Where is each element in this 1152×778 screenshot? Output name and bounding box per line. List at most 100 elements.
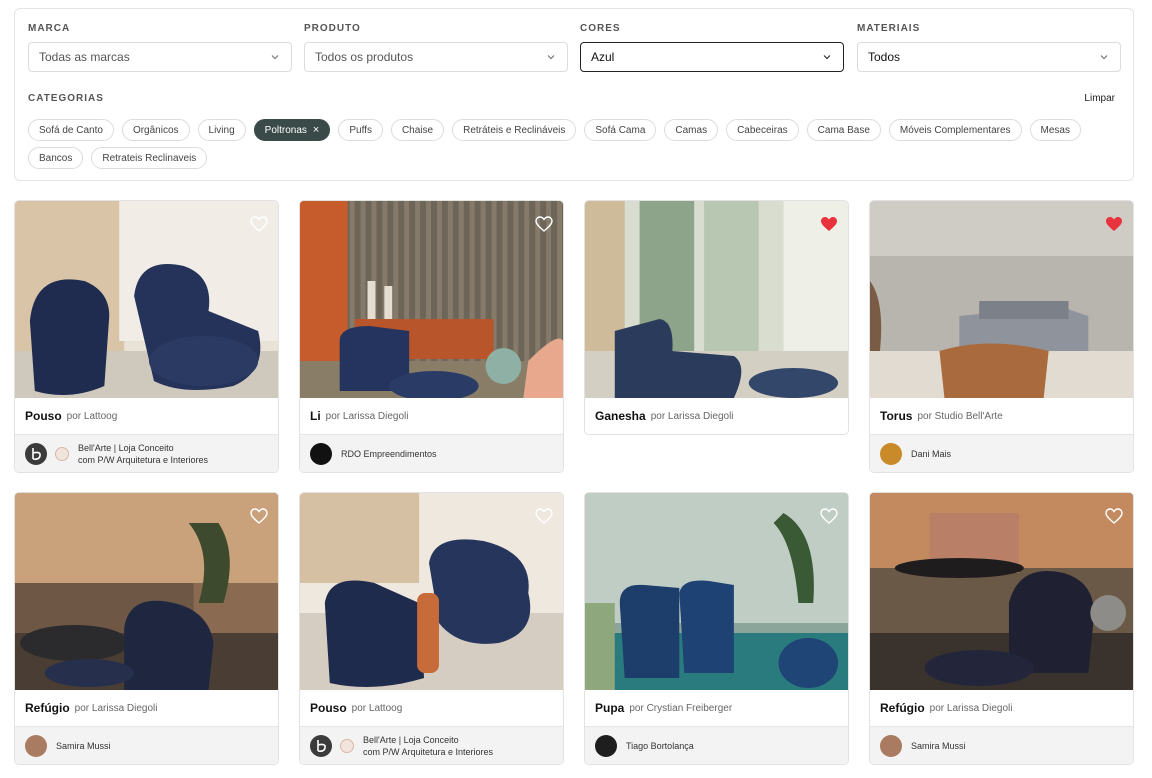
footer-line-1: RDO Empreendimentos <box>341 448 437 459</box>
product-footer[interactable]: Samira Mussi <box>15 726 278 764</box>
category-chip-label: Bancos <box>39 152 73 164</box>
product-footer[interactable]: Tiago Bortolança <box>585 726 848 764</box>
product-name[interactable]: Ganesha <box>595 409 646 423</box>
category-chip[interactable]: Poltronas × <box>253 119 331 141</box>
footer-line-1: Samira Mussi <box>56 740 111 751</box>
avatar <box>25 442 47 465</box>
close-icon[interactable]: × <box>313 124 319 136</box>
category-chip-label: Retráteis e Reclináveis <box>463 124 566 136</box>
product-card[interactable]: Refúgio por Larissa Diegoli Samira Mussi <box>869 492 1134 765</box>
material-select[interactable]: Todos <box>857 42 1121 72</box>
footer-line-1: Bell'Arte | Loja Conceito <box>78 442 174 453</box>
heart-icon[interactable] <box>820 508 838 524</box>
avatar <box>880 734 902 757</box>
avatar <box>310 442 332 465</box>
product-card[interactable]: Refúgio por Larissa Diegoli Samira Mussi <box>14 492 279 765</box>
chevron-down-icon <box>823 55 831 60</box>
product-footer-text: Bell'Arte | Loja Conceito com P/W Arquite… <box>363 734 493 758</box>
filter-panel: MARCA Todas as marcas PRODUTO Todos os p… <box>14 8 1134 181</box>
category-chip[interactable]: Cabeceiras <box>726 119 799 141</box>
category-chip[interactable]: Sofá de Canto <box>28 119 114 141</box>
category-chip[interactable]: Cama Base <box>806 119 881 141</box>
product-designer: por Studio Bell'Arte <box>917 410 1003 422</box>
product-name[interactable]: Pouso <box>25 409 62 423</box>
partner-logo-icon <box>340 738 354 753</box>
product-card[interactable]: Pouso por Lattoog Bell'Arte | Loja Conceit… <box>14 200 279 473</box>
product-card[interactable]: Torus por Studio Bell'Arte Dani Mais <box>869 200 1134 473</box>
material-filter-label: MATERIAIS <box>857 23 921 34</box>
category-chip[interactable]: Chaise <box>390 119 445 141</box>
product-photo[interactable] <box>870 493 1133 690</box>
product-title-row: Refúgio por Larissa Diegoli <box>870 690 1133 726</box>
product-photo[interactable] <box>870 201 1133 398</box>
product-footer-text: RDO Empreendimentos <box>341 448 437 460</box>
product-card[interactable]: Ganesha por Larissa Diegoli <box>584 200 849 435</box>
category-chip-label: Retrateis Reclinaveis <box>102 152 197 164</box>
material-select-value: Todos <box>868 50 901 64</box>
heart-icon[interactable] <box>250 216 268 232</box>
product-filter: PRODUTO Todos os produtos <box>304 23 568 72</box>
product-title-row: Ganesha por Larissa Diegoli <box>585 398 848 434</box>
heart-filled-icon[interactable] <box>820 216 838 232</box>
product-title-row: Pouso por Lattoog <box>300 690 563 726</box>
category-chip-label: Cama Base <box>817 124 870 136</box>
product-name[interactable]: Torus <box>880 409 912 423</box>
heart-icon[interactable] <box>535 216 553 232</box>
category-chip[interactable]: Móveis Complementares <box>888 119 1022 141</box>
product-title-row: Refúgio por Larissa Diegoli <box>15 690 278 726</box>
product-footer[interactable]: Dani Mais <box>870 434 1133 472</box>
color-filter: CORES Azul <box>580 23 844 72</box>
category-chip[interactable]: Bancos <box>28 147 84 169</box>
brand-select-value: Todas as marcas <box>39 50 130 64</box>
product-name[interactable]: Li <box>310 409 321 423</box>
product-image <box>15 201 278 398</box>
product-name[interactable]: Refúgio <box>25 701 70 715</box>
product-card[interactable]: Li por Larissa Diegoli RDO Empreendimentos <box>299 200 564 473</box>
category-chip[interactable]: Puffs <box>338 119 383 141</box>
category-chip[interactable]: Camas <box>664 119 719 141</box>
product-designer: por Lattoog <box>351 702 403 714</box>
product-footer-text: Dani Mais <box>911 448 951 460</box>
product-footer[interactable]: RDO Empreendimentos <box>300 434 563 472</box>
product-footer[interactable]: Bell'Arte | Loja Conceito com P/W Arquite… <box>15 434 278 472</box>
product-name[interactable]: Pouso <box>310 701 347 715</box>
product-photo[interactable] <box>585 493 848 690</box>
product-select[interactable]: Todos os produtos <box>304 42 568 72</box>
product-footer-text: Samira Mussi <box>911 740 966 752</box>
clear-filters-link[interactable]: Limpar <box>1084 93 1115 104</box>
category-chip[interactable]: Retrateis Reclinaveis <box>91 147 208 169</box>
categories-label: CATEGORIAS <box>28 93 104 104</box>
color-filter-label: CORES <box>580 23 621 34</box>
product-footer[interactable]: Bell'Arte | Loja Conceito com P/W Arquite… <box>300 726 563 764</box>
product-image <box>300 201 563 398</box>
heart-icon[interactable] <box>535 508 553 524</box>
category-chip[interactable]: Sofá Cama <box>584 119 657 141</box>
brand-select[interactable]: Todas as marcas <box>28 42 292 72</box>
heart-icon[interactable] <box>250 508 268 524</box>
footer-line-1: Tiago Bortolança <box>626 740 694 751</box>
product-card[interactable]: Pouso por Lattoog Bell'Arte | Loja Conceit… <box>299 492 564 765</box>
heart-filled-icon[interactable] <box>1105 216 1123 232</box>
product-name[interactable]: Refúgio <box>880 701 925 715</box>
product-photo[interactable] <box>15 493 278 690</box>
product-photo[interactable] <box>15 201 278 398</box>
product-footer-text: Samira Mussi <box>56 740 111 752</box>
product-image <box>585 493 848 690</box>
product-card[interactable]: Pupa por Crystian Freiberger Tiago Bortola… <box>584 492 849 765</box>
product-name[interactable]: Pupa <box>595 701 624 715</box>
product-title-row: Torus por Studio Bell'Arte <box>870 398 1133 434</box>
category-chip-label: Sofá Cama <box>595 124 646 136</box>
category-chip[interactable]: Living <box>197 119 246 141</box>
b-logo-icon <box>317 739 326 752</box>
product-photo[interactable] <box>300 201 563 398</box>
product-footer[interactable]: Samira Mussi <box>870 726 1133 764</box>
heart-icon[interactable] <box>1105 508 1123 524</box>
product-photo[interactable] <box>300 493 563 690</box>
category-chip[interactable]: Mesas <box>1029 119 1081 141</box>
category-chip[interactable]: Orgânicos <box>121 119 190 141</box>
product-photo[interactable] <box>585 201 848 398</box>
product-image <box>300 493 563 690</box>
category-chip-label: Móveis Complementares <box>899 124 1011 136</box>
color-select[interactable]: Azul <box>580 42 844 72</box>
category-chip[interactable]: Retráteis e Reclináveis <box>452 119 577 141</box>
